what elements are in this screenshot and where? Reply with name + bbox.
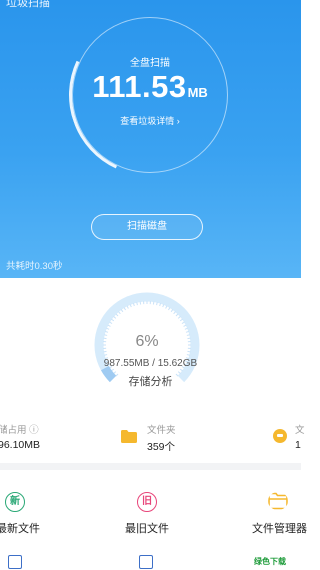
- files-value: 1: [295, 439, 301, 451]
- file-manager-folder-icon: [268, 492, 288, 510]
- gauge-tick: [170, 309, 174, 313]
- old-file-icon: 旧: [137, 492, 157, 512]
- gauge-tick: [179, 318, 183, 322]
- gauge-tick: [126, 305, 129, 309]
- files-label: 文: [295, 425, 305, 436]
- gauge-tick: [111, 318, 115, 322]
- storage-analysis-label: 存储分析: [128, 376, 173, 388]
- gauge-tick: [162, 304, 165, 308]
- gauge-tick: [120, 309, 124, 313]
- gauge-tick: [129, 304, 132, 308]
- gauge-tick: [106, 327, 110, 330]
- gauge-tick: [136, 302, 138, 306]
- folder-icon: [121, 430, 137, 443]
- files-stat[interactable]: 文 1: [295, 422, 305, 451]
- scan-disk-button[interactable]: 扫描磁盘: [91, 214, 203, 240]
- gauge-tick: [165, 305, 168, 309]
- storage-used-label: 储占用 ⓘ: [0, 425, 39, 436]
- new-file-icon: 新: [5, 492, 25, 512]
- folders-stat[interactable]: 文件夹 359个: [147, 422, 176, 454]
- gauge-tick: [107, 324, 111, 327]
- storage-used-stat[interactable]: 储占用 ⓘ 96.10MB: [0, 422, 40, 451]
- gauge-tick: [118, 311, 121, 315]
- section-divider: [0, 463, 301, 470]
- scan-header-panel: 垃圾扫描 全盘扫描 111.53MB 查看垃圾详情 › 扫描磁盘 共耗时0.30…: [0, 0, 301, 278]
- page-title: 垃圾扫描: [6, 0, 50, 9]
- document-icon[interactable]: [8, 555, 22, 569]
- gauge-tick: [132, 302, 135, 307]
- folders-value: 359个: [147, 441, 176, 453]
- gauge-tick: [177, 316, 181, 319]
- file-manager-label: 文件管理器: [252, 523, 307, 535]
- gauge-tick: [156, 302, 158, 306]
- gauge-tick: [183, 324, 187, 327]
- newest-files-label: 最新文件: [0, 523, 40, 535]
- files-icon: [273, 429, 287, 443]
- gauge-tick: [181, 321, 185, 325]
- oldest-files-label: 最旧文件: [125, 523, 169, 535]
- storage-percent: 6%: [135, 333, 159, 350]
- watermark-logo: 绿色下载: [254, 557, 286, 566]
- gauge-tick: [109, 321, 113, 325]
- gauge-tick: [173, 311, 176, 315]
- folders-label: 文件夹: [147, 425, 176, 436]
- scan-elapsed-time: 共耗时0.30秒: [6, 261, 63, 272]
- document-icon-2[interactable]: [139, 555, 153, 569]
- gauge-tick: [113, 316, 117, 319]
- gauge-tick: [175, 313, 179, 317]
- storage-usage-text: 987.55MB / 15.62GB: [103, 358, 198, 369]
- gauge-tick: [115, 313, 119, 317]
- storage-used-value: 96.10MB: [0, 439, 41, 451]
- gauge-tick: [104, 354, 108, 356]
- gauge-tick: [184, 327, 188, 330]
- gauge-tick: [186, 354, 190, 356]
- gauge-tick: [159, 302, 162, 307]
- gauge-tick: [167, 307, 171, 311]
- gauge-tick: [123, 307, 127, 311]
- gauge-tick: [179, 368, 183, 372]
